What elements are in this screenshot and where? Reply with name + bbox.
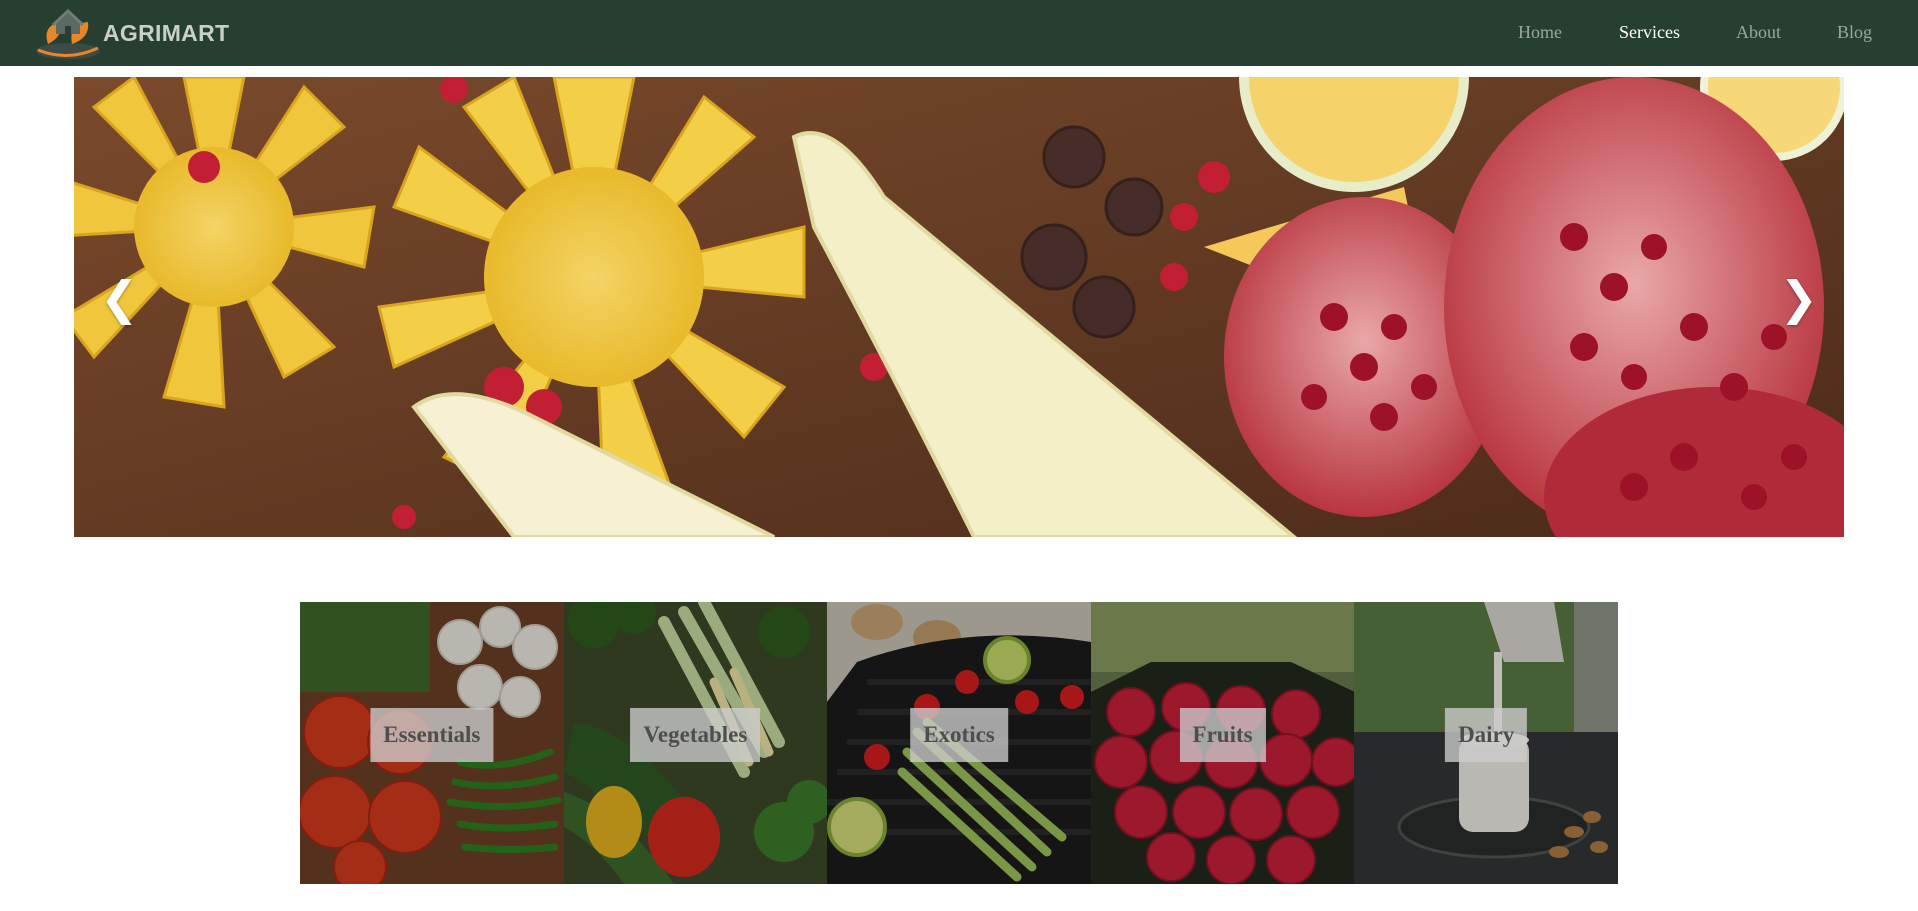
category-tile-exotics[interactable]: Exotics [827, 602, 1091, 884]
nav-about-link[interactable]: About [1736, 22, 1781, 43]
category-label-dairy: Dairy [1445, 708, 1528, 762]
chevron-left-icon[interactable]: ❮ [100, 275, 139, 321]
category-tile-vegetables[interactable]: Vegetables [563, 602, 828, 884]
category-label-exotics: Exotics [910, 708, 1008, 762]
nav-services-link[interactable]: Services [1619, 22, 1680, 43]
chevron-right-icon[interactable]: ❯ [1779, 275, 1818, 321]
navbar: AGRIMART Home Services About Blog [0, 0, 1918, 66]
category-label-fruits: Fruits [1179, 708, 1266, 762]
category-label-vegetables: Vegetables [630, 708, 761, 762]
carousel-slide-image [74, 77, 1844, 537]
brand-logo[interactable]: AGRIMART [34, 4, 229, 62]
nav-blog-link[interactable]: Blog [1837, 22, 1872, 43]
category-tile-essentials[interactable]: Essentials [300, 602, 564, 884]
hero-carousel: ❮ ❯ [74, 77, 1844, 537]
category-tiles: Essentials Vegetables Exotics Fruits Dai… [300, 602, 1618, 884]
nav-home-link[interactable]: Home [1518, 22, 1562, 43]
brand-name: AGRIMART [103, 19, 230, 46]
category-label-essentials: Essentials [370, 708, 494, 762]
category-tile-fruits[interactable]: Fruits [1090, 602, 1355, 884]
house-leaf-logo-icon [36, 8, 100, 59]
category-tile-dairy[interactable]: Dairy [1354, 602, 1618, 884]
